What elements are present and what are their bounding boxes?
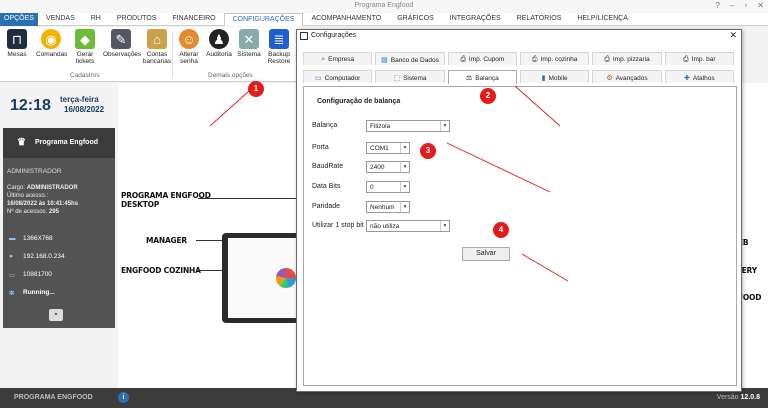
arrow-3 <box>446 142 551 193</box>
step-badge-3: 3 <box>420 143 436 159</box>
annotation-arrows <box>209 85 569 282</box>
arrow-4 <box>521 253 569 282</box>
step-badge-2: 2 <box>480 88 496 104</box>
step-badge-4: 4 <box>493 222 509 238</box>
arrow-2 <box>514 85 561 127</box>
step-badge-1: 1 <box>248 81 264 97</box>
arrow-1 <box>209 90 250 127</box>
